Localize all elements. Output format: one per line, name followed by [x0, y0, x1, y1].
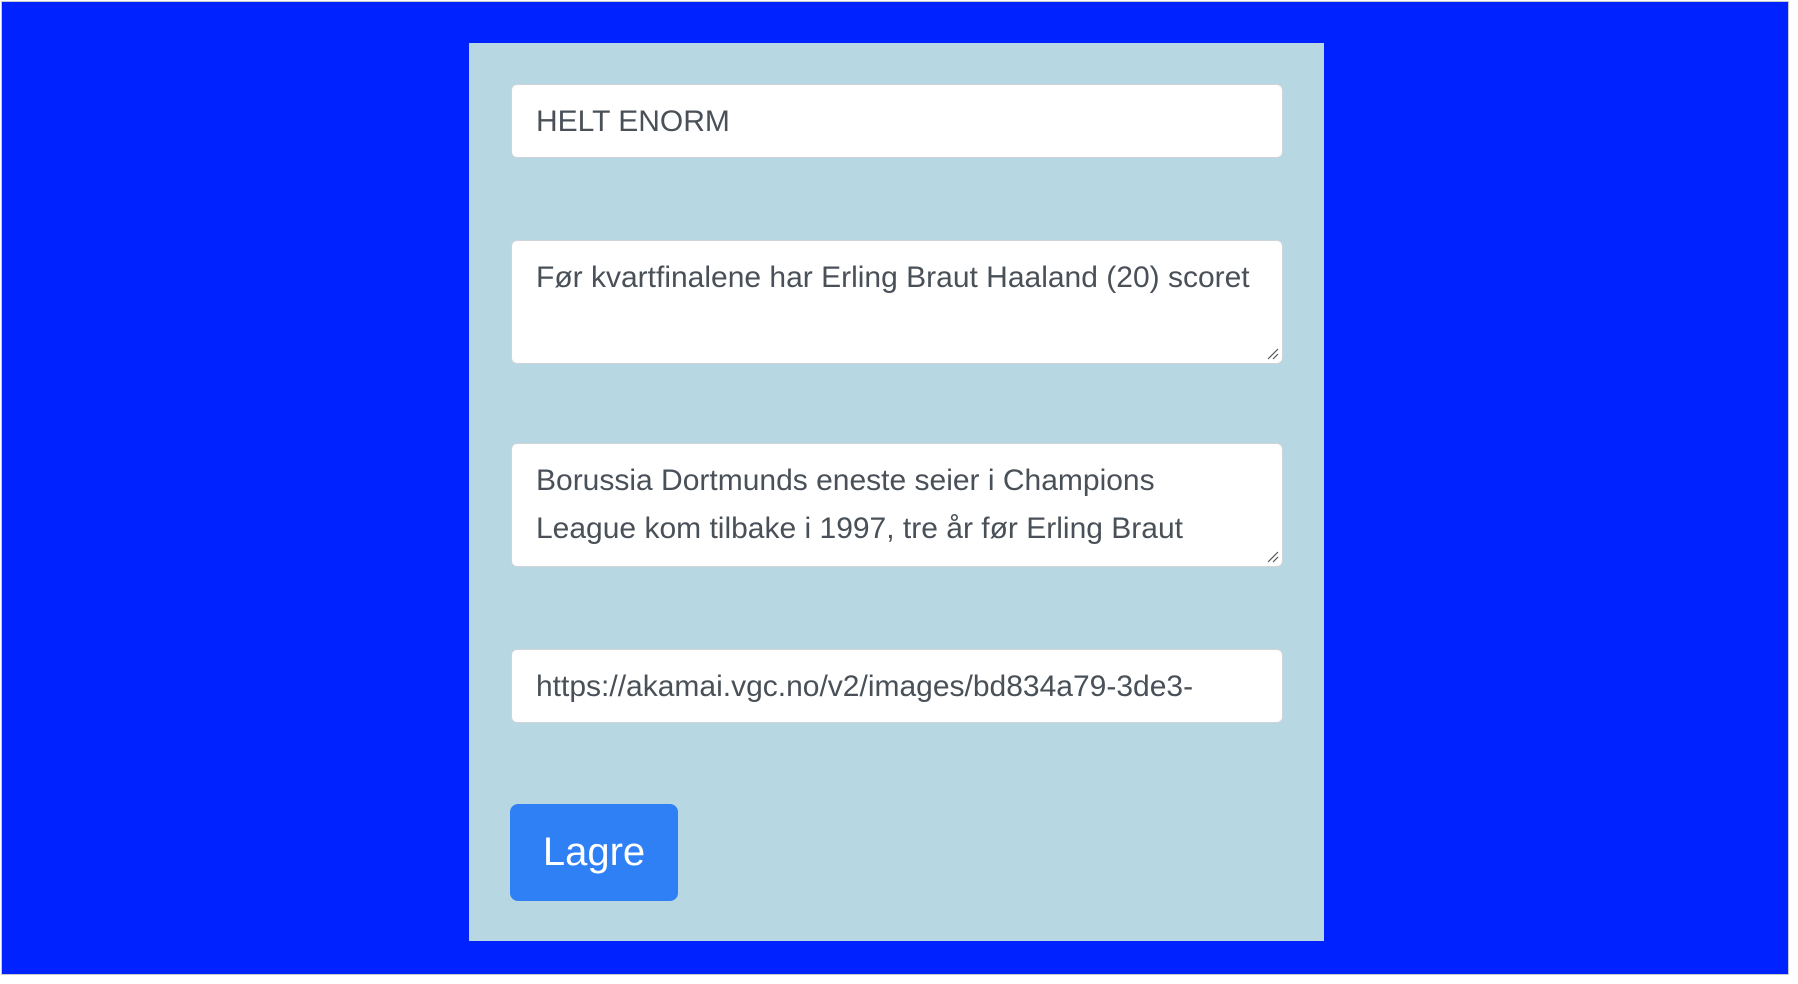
resize-handle-icon[interactable] [1265, 346, 1279, 360]
body-textarea[interactable]: Borussia Dortmunds eneste seier i Champi… [511, 443, 1283, 567]
title-input[interactable]: HELT ENORM [511, 84, 1283, 158]
page-frame: HELT ENORM Før kvartfinalene har Erling … [1, 1, 1789, 975]
resize-handle-icon[interactable] [1265, 549, 1279, 563]
image-url-input-value: https://akamai.vgc.no/v2/images/bd834a79… [536, 670, 1194, 703]
image-url-input[interactable]: https://akamai.vgc.no/v2/images/bd834a79… [511, 649, 1283, 723]
body-textarea-value: Borussia Dortmunds eneste seier i Champi… [536, 464, 1183, 545]
edit-article-form: HELT ENORM Før kvartfinalene har Erling … [469, 43, 1324, 941]
lead-textarea[interactable]: Før kvartfinalene har Erling Braut Haala… [511, 240, 1283, 364]
title-input-value: HELT ENORM [536, 105, 730, 138]
lead-textarea-value: Før kvartfinalene har Erling Braut Haala… [536, 261, 1250, 294]
save-button[interactable]: Lagre [510, 804, 678, 901]
